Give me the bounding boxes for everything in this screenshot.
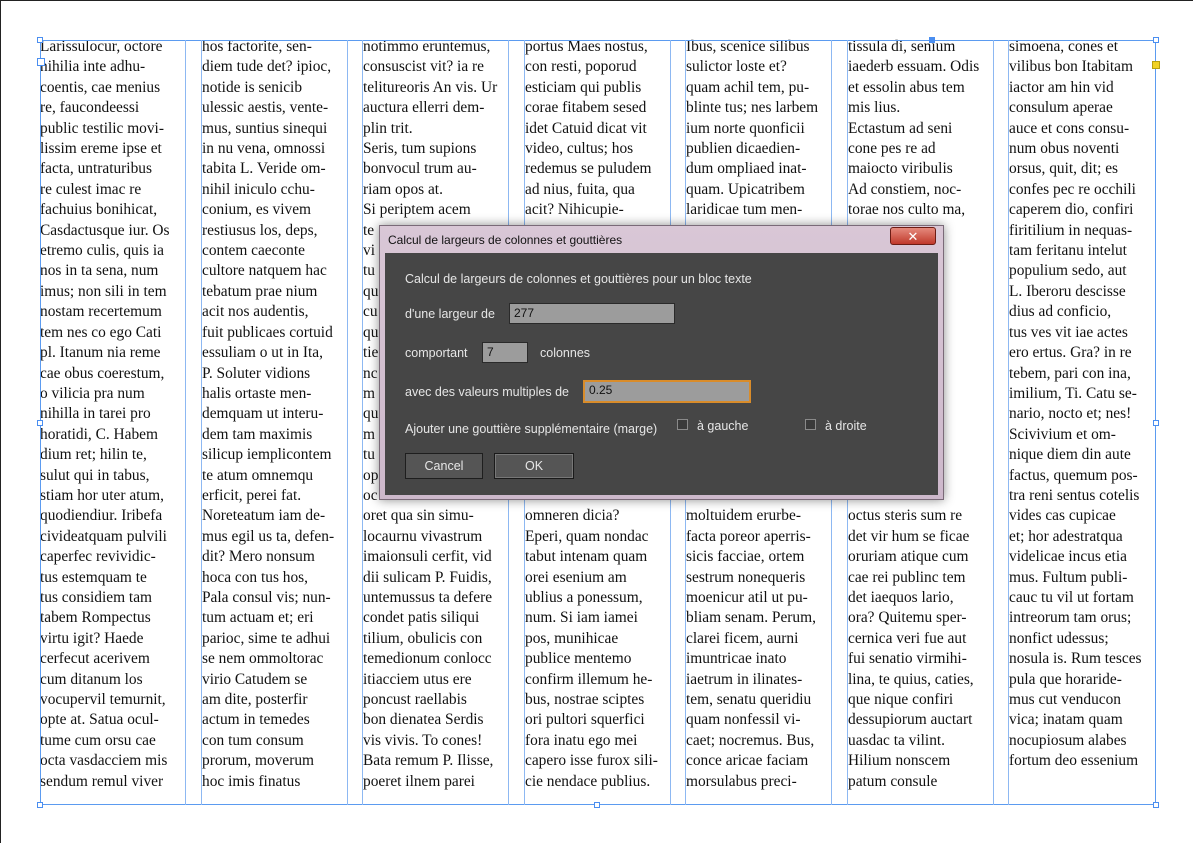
resize-handle-top-left[interactable] xyxy=(37,37,43,43)
resize-handle-bottom-center[interactable] xyxy=(594,802,600,808)
width-input[interactable]: 277 xyxy=(509,303,675,324)
resize-handle-middle-right[interactable] xyxy=(1153,420,1159,426)
gutter-label: Ajouter une gouttière supplémentaire (ma… xyxy=(405,422,658,436)
resize-handle-middle-left[interactable] xyxy=(37,420,43,426)
column-gutter-dialog: Calcul de largeurs de colonnes et goutti… xyxy=(379,225,944,500)
close-icon: ✕ xyxy=(907,229,919,244)
dialog-heading: Calcul de largeurs de colonnes et goutti… xyxy=(405,272,752,286)
column-guide xyxy=(201,40,202,805)
multiple-label: avec des valeurs multiples de xyxy=(405,385,569,399)
in-port-icon[interactable] xyxy=(37,58,45,66)
column-guide xyxy=(185,40,186,805)
resize-handle-bottom-left[interactable] xyxy=(37,802,43,808)
resize-handle-top-center[interactable] xyxy=(929,37,935,43)
resize-handle-top-right[interactable] xyxy=(1153,37,1159,43)
dialog-title: Calcul de largeurs de colonnes et goutti… xyxy=(388,233,623,247)
left-margin-checkbox[interactable] xyxy=(677,419,688,430)
column-guide xyxy=(993,40,994,805)
cancel-button[interactable]: Cancel xyxy=(405,453,483,479)
left-margin-label: à gauche xyxy=(697,419,749,433)
resize-handle-bottom-right[interactable] xyxy=(1153,802,1159,808)
ok-button[interactable]: OK xyxy=(494,453,574,479)
close-button[interactable]: ✕ xyxy=(890,227,936,245)
multiple-input[interactable]: 0.25 xyxy=(583,380,751,403)
width-label: d'une largeur de xyxy=(405,307,495,321)
dialog-body: Calcul de largeurs de colonnes et goutti… xyxy=(385,253,938,495)
columns-input[interactable]: 7 xyxy=(482,342,528,363)
right-margin-checkbox[interactable] xyxy=(805,419,816,430)
out-port-icon[interactable] xyxy=(1152,61,1160,69)
columns-label: comportant xyxy=(405,346,468,360)
column-guide xyxy=(1008,40,1009,805)
column-guide xyxy=(362,40,363,805)
right-margin-label: à droite xyxy=(825,419,867,433)
columns-unit-label: colonnes xyxy=(540,346,591,360)
column-guide xyxy=(347,40,348,805)
